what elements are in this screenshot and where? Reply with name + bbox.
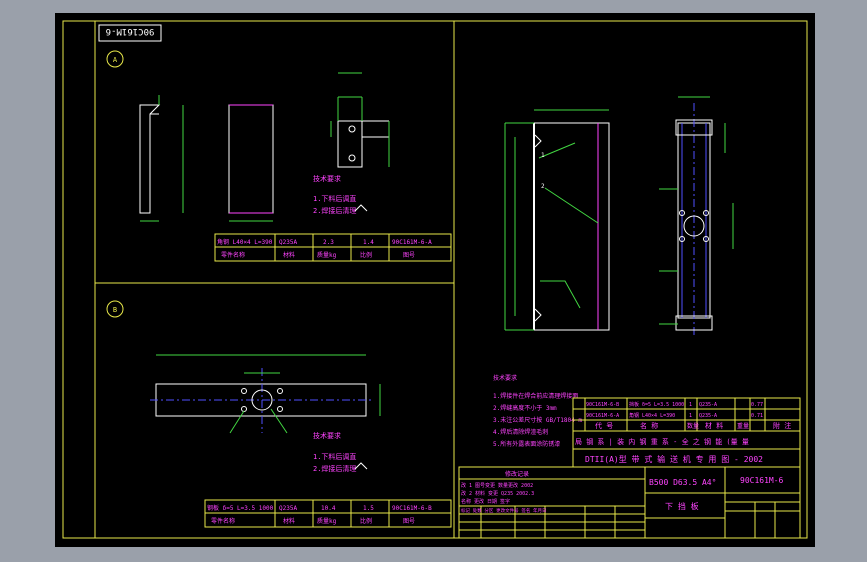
view-a-r2-c4: 比例 — [360, 251, 372, 259]
col-material: 材 料 — [705, 421, 723, 430]
note-line: 5.所有外露表面涂防锈漆 — [493, 440, 560, 448]
view-b-r1-c1: 钢板 δ=5 L=3.5 1000 — [207, 504, 274, 512]
bracket-hole-bottom — [348, 154, 356, 162]
col-name: 名 称 — [640, 421, 658, 430]
view-a-r1-c5: 90C161M-6-A — [392, 239, 432, 246]
parts-row1-qty: 1 — [689, 402, 692, 408]
marks-header: 标记 处数 分区 更改文件号 签名 年月日 — [461, 507, 547, 514]
view-b-mark-title: 技术要求 — [313, 431, 341, 440]
view-a-r1-c1: 角钢 L40×4 L=390 — [217, 238, 273, 246]
spec-line: B500 D63.5 A4° — [649, 478, 716, 487]
col-qty: 数量 — [687, 422, 699, 430]
revision-title: 修改记录 — [505, 470, 529, 478]
view-b-r1-c3: 10.4 — [321, 505, 336, 512]
technical-notes: 技术要求 1.焊接件在焊合前应清理焊接面 2.焊缝高度不小于 3mm 3.未注公… — [493, 374, 582, 448]
parts-row1-code: 90C161M-6-B — [586, 402, 619, 408]
col-note: 附 注 — [773, 421, 791, 430]
part-name: 下 挡 板 — [665, 501, 699, 511]
view-b-mark-1: 1.下料后调直 — [313, 452, 356, 461]
view-b-r2-c1: 零件名称 — [211, 517, 235, 525]
note-line: 4.焊后清除焊渣毛刺 — [493, 428, 548, 436]
view-b-r1-c5: 90C161M-6-B — [392, 505, 432, 512]
view-a-mark-title: 技术要求 — [313, 174, 341, 183]
view-a-r2-c5: 图号 — [403, 252, 415, 259]
weld-symbol-a — [354, 204, 368, 212]
weld-symbol-b — [354, 462, 368, 470]
view-a-r1-c4: 1.4 — [363, 239, 374, 246]
note-line: 3.未注公差尺寸按 GB/T1804-m — [493, 416, 582, 424]
view-a-mark-2: 2.焊接后清理 — [313, 206, 356, 215]
parts-row2-code: 90C161M-6-A — [586, 413, 619, 419]
view-a-r1-c2: Q235A — [279, 239, 297, 246]
parts-row2-material: Q235-A — [699, 413, 717, 419]
svg-text:1: 1 — [541, 152, 545, 159]
angle-iron-view — [139, 104, 161, 214]
view-a-table: 角钢 L40×4 L=390 Q235A 2.3 1.4 90C161M-6-A… — [214, 233, 452, 262]
view-a-label: A — [113, 56, 118, 64]
view-b-r2-c5: 图号 — [403, 518, 415, 525]
view-b-r1-c2: Q235A — [279, 505, 297, 512]
note-line: 2.焊缝高度不小于 3mm — [493, 404, 557, 412]
col-code: 代 号 — [595, 421, 613, 430]
revision-row: 改 2 材料 变更 Q235 2002.3 — [461, 490, 534, 497]
drawing-sheet: 90C161M-6 A 技术要求 1.下料后调直 2.焊接后清理 角钢 L40×… — [55, 13, 815, 547]
view-b-mark-2: 2.焊接后清理 — [313, 464, 356, 473]
plate-b-bolt-hole — [277, 406, 283, 412]
plate-b-bolt-hole — [277, 388, 283, 394]
parts-row2-name: 角钢 L40×4 L=390 — [629, 412, 675, 419]
parts-row1-name: 挡板 δ=5 L=3.5 1000 — [629, 401, 684, 408]
svg-text:2: 2 — [541, 183, 545, 190]
series-line: DTII(A)型 带 式 输 送 机 专 用 图 - 2002 — [585, 454, 763, 464]
view-b-r2-c4: 比例 — [360, 517, 372, 525]
view-a-r2-c3: 质量kg — [317, 251, 337, 259]
plate-b-bolt-hole — [241, 388, 247, 394]
plate-front-view — [228, 104, 274, 214]
view-b-table: 钢板 δ=5 L=3.5 1000 Q235A 10.4 1.5 90C161M… — [204, 499, 452, 528]
view-b-r1-c4: 1.5 — [363, 505, 374, 512]
parts-row1-note: 0.77 — [751, 402, 763, 408]
company-line: 局 钢 系 | 装 内 钢 重 系 - 全 之 钢 能 (量 量 — [575, 437, 749, 446]
view-a-mark-1: 1.下料后调直 — [313, 194, 356, 203]
revision-row: 改 1 图号变更 数量更改 2002 — [461, 482, 533, 489]
leader-2 — [544, 187, 599, 224]
view-a-r1-c3: 2.3 — [323, 239, 334, 246]
view-b-r2-c2: 材料 — [283, 517, 295, 525]
view-a-r2-c2: 材料 — [283, 251, 295, 259]
revision-row: 名称 更改 日期 签字 — [461, 498, 510, 505]
note-line: 1.焊接件在焊合前应清理焊接面 — [493, 392, 578, 400]
bracket-hole-top — [348, 125, 356, 133]
mirrored-drawing-number: 90C161M-6 — [106, 26, 155, 36]
cad-canvas[interactable]: 90C161M-6 A 技术要求 1.下料后调直 2.焊接后清理 角钢 L40×… — [55, 13, 815, 547]
notes-title: 技术要求 — [493, 374, 517, 382]
leader-weld — [540, 280, 581, 309]
drawing-number: 90C161M-6 — [740, 476, 784, 485]
view-b-label: B — [113, 306, 117, 314]
parts-row2-qty: 1 — [689, 413, 692, 419]
col-weight: 重量 — [737, 422, 749, 430]
parts-row2-note: 0.71 — [751, 413, 763, 419]
parts-row1-material: Q235-A — [699, 402, 717, 408]
view-b-r2-c3: 质量kg — [317, 517, 337, 525]
view-a-r2-c1: 零件名称 — [221, 251, 245, 259]
plate-b-bolt-hole — [241, 406, 247, 412]
